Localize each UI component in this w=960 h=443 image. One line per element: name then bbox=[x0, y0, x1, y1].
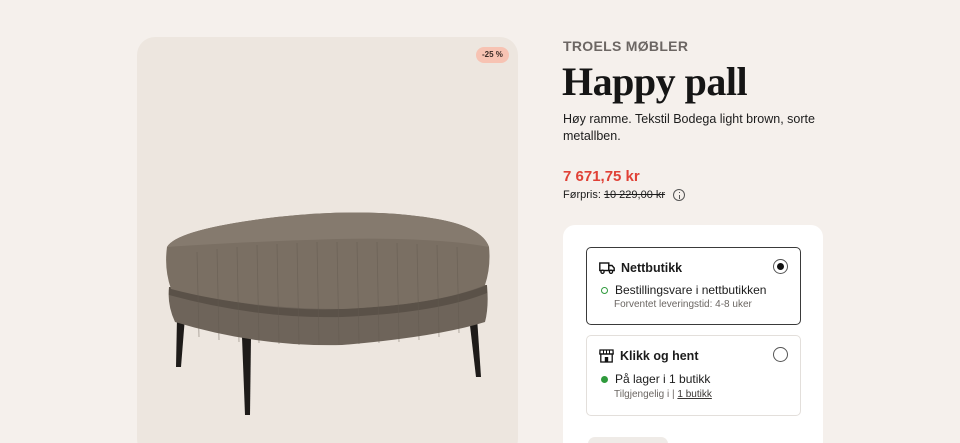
delivery-option-pickup[interactable]: Klikk og hent På lager i 1 butikk Tilgje… bbox=[586, 335, 801, 416]
delivery-option-label: Nettbutikk bbox=[621, 261, 683, 275]
product-image bbox=[166, 212, 490, 415]
stock-status-text: På lager i 1 butikk bbox=[615, 372, 711, 386]
store-availability: Tilgjengelig i | 1 butikk bbox=[614, 389, 712, 400]
discount-badge: -25 % bbox=[476, 47, 509, 63]
brand-name[interactable]: TROELS MØBLER bbox=[563, 38, 688, 54]
previous-price: Førpris: 10 229,00 kr bbox=[563, 189, 686, 201]
delivery-option-online[interactable]: Nettbutikk Bestillingsvare i nettbutikke… bbox=[586, 247, 801, 325]
radio-pickup[interactable] bbox=[773, 347, 788, 362]
status-dot-icon bbox=[601, 375, 608, 383]
product-title: Happy pall bbox=[562, 59, 748, 104]
previous-price-value: 10 229,00 kr bbox=[603, 189, 666, 201]
store-availability-prefix: Tilgjengelig i bbox=[614, 389, 670, 400]
truck-icon bbox=[599, 262, 615, 274]
stock-status: På lager i 1 butikk bbox=[601, 372, 710, 386]
partial-button[interactable] bbox=[588, 437, 668, 443]
current-price: 7 671,75 kr bbox=[563, 168, 640, 185]
status-dot-icon bbox=[601, 286, 608, 294]
store-availability-link[interactable]: 1 butikk bbox=[677, 389, 711, 400]
product-description: Høy ramme. Tekstil Bodega light brown, s… bbox=[563, 112, 815, 143]
previous-price-label: Førpris: bbox=[563, 189, 601, 201]
delivery-option-header: Nettbutikk bbox=[599, 261, 682, 275]
radio-online[interactable] bbox=[773, 259, 788, 274]
delivery-option-label: Klikk og hent bbox=[620, 349, 699, 363]
delivery-option-header: Klikk og hent bbox=[599, 349, 698, 363]
product-image-card[interactable] bbox=[137, 37, 518, 443]
stock-status: Bestillingsvare i nettbutikken bbox=[601, 283, 766, 297]
info-icon[interactable] bbox=[673, 189, 686, 201]
delivery-time: Forventet leveringstid: 4-8 uker bbox=[614, 299, 752, 310]
stock-status-text: Bestillingsvare i nettbutikken bbox=[615, 283, 767, 297]
store-icon bbox=[599, 349, 614, 363]
